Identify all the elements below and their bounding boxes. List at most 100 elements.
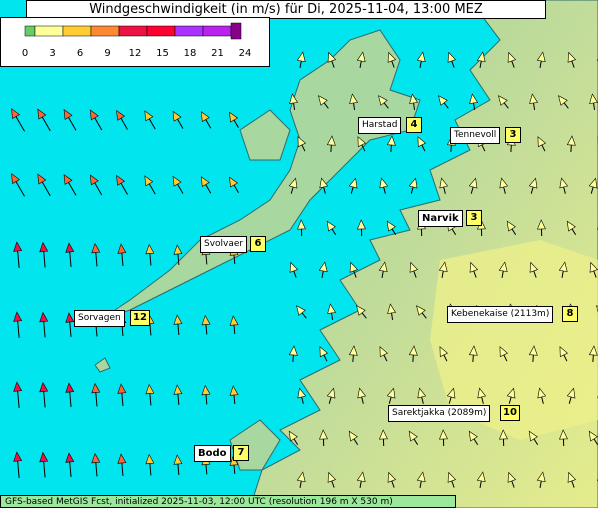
place-label-bodo: Bodo (194, 445, 231, 462)
wind-arrow (200, 176, 212, 194)
wind-value-narvik: 3 (466, 210, 482, 226)
wind-arrow (201, 314, 211, 335)
place-name: Harstad (362, 120, 398, 130)
wind-value-sarektjakka: 10 (500, 405, 520, 421)
legend-tick: 12 (129, 48, 142, 59)
wind-arrow (229, 315, 239, 335)
wind-arrow (13, 451, 23, 478)
vesteralen-islands (239, 109, 291, 161)
wind-arrow (296, 51, 306, 68)
wind-value-sorvagen: 12 (130, 310, 150, 326)
place-label-svolvaer: Svolvaer (200, 236, 248, 253)
legend-swatch (24, 25, 36, 37)
wind-legend: 0 3 6 9 12 15 18 21 24 (0, 17, 270, 67)
wind-arrow (13, 241, 23, 268)
wind-arrow (13, 311, 23, 338)
wind-arrow (379, 177, 389, 194)
wind-arrow (173, 454, 183, 476)
place-label-kebenekaise: Kebenekaise (2113m) (447, 306, 554, 323)
wind-arrow (289, 261, 299, 278)
wind-arrow (117, 383, 127, 407)
legend-tick: 6 (77, 48, 83, 59)
legend-swatch (118, 25, 148, 37)
wind-arrow (37, 108, 51, 132)
wind-arrow (145, 453, 155, 476)
legend-tick: 3 (49, 48, 55, 59)
legend-swatch (230, 22, 242, 40)
legend-swatch (90, 25, 120, 37)
wind-arrow (296, 305, 307, 319)
wind-value-bodo: 7 (233, 445, 249, 461)
wind-map: Windgeschwindigkeit (in m/s) für Di, 202… (0, 0, 598, 508)
legend-swatch (146, 25, 176, 37)
wind-arrow (39, 381, 49, 408)
place-name: Tennevoll (454, 130, 497, 140)
wind-arrow (117, 453, 127, 477)
wind-arrow (173, 384, 183, 406)
wind-arrow (172, 175, 184, 194)
wind-arrow (37, 173, 51, 197)
wind-value-harstad: 4 (406, 117, 422, 133)
legend-tick: 0 (22, 48, 28, 59)
wind-arrow (348, 177, 358, 194)
wind-arrow (145, 243, 155, 266)
wind-arrow (288, 345, 298, 363)
place-name: Svolvaer (204, 239, 244, 249)
wind-arrow (65, 242, 75, 267)
place-label-sarektjakka: Sarektjakka (2089m) (388, 405, 491, 422)
wind-arrow (117, 243, 127, 267)
wind-arrow (39, 241, 49, 268)
wind-arrow (297, 387, 307, 404)
wind-arrow (447, 51, 457, 68)
legend-tick: 18 (184, 48, 197, 59)
legend-tick: 15 (156, 48, 169, 59)
wind-arrow (201, 384, 211, 405)
legend-tick: 21 (211, 48, 224, 59)
legend-scale: 0 3 6 9 12 15 18 21 24 (22, 22, 251, 59)
wind-arrow (91, 382, 101, 407)
place-label-tennevoll: Tennevoll (450, 127, 501, 144)
legend-swatch (174, 25, 204, 37)
wind-arrow (144, 110, 156, 130)
place-name: Bodo (198, 448, 227, 459)
wind-arrow (11, 173, 25, 197)
wind-arrow (318, 261, 328, 278)
wind-arrow (319, 346, 329, 362)
wind-arrow (297, 219, 306, 237)
wind-arrow (89, 109, 103, 131)
model-info-footer: GFS-based MetGIS Fcst, initialized 2025-… (0, 495, 456, 508)
wind-value-tennevoll: 3 (505, 127, 521, 143)
wind-arrow (13, 381, 23, 408)
wind-arrow (229, 176, 239, 194)
place-label-harstad: Harstad (358, 117, 402, 134)
wind-arrow (416, 51, 426, 68)
wind-arrow (229, 385, 239, 405)
wind-arrow (65, 382, 75, 407)
wind-value-svolvaer: 6 (250, 236, 266, 252)
place-label-narvik: Narvik (418, 210, 463, 227)
wind-arrow (116, 174, 128, 195)
place-name: Sorvagen (78, 313, 121, 323)
wind-arrow (145, 383, 155, 406)
wind-arrow (326, 220, 337, 236)
small-island (94, 357, 111, 373)
wind-arrow (116, 109, 128, 130)
wind-arrow (91, 452, 101, 477)
place-name: Sarektjakka (2089m) (392, 408, 487, 418)
wind-arrow (89, 174, 103, 196)
legend-swatch (62, 25, 92, 37)
wind-arrow (357, 219, 366, 237)
wind-value-kebenekaise: 8 (562, 306, 578, 322)
wind-arrow (91, 242, 101, 267)
place-label-sorvagen: Sorvagen (74, 310, 125, 327)
wind-arrow (173, 314, 183, 336)
wind-arrow (229, 111, 239, 129)
wind-arrow (438, 95, 449, 109)
wind-arrow (327, 303, 337, 320)
wind-arrow (172, 110, 184, 129)
wind-arrow (11, 108, 25, 132)
place-name: Kebenekaise (2113m) (451, 309, 550, 319)
wind-arrow (39, 311, 49, 338)
wind-arrow (39, 451, 49, 478)
wind-arrow (63, 173, 77, 196)
